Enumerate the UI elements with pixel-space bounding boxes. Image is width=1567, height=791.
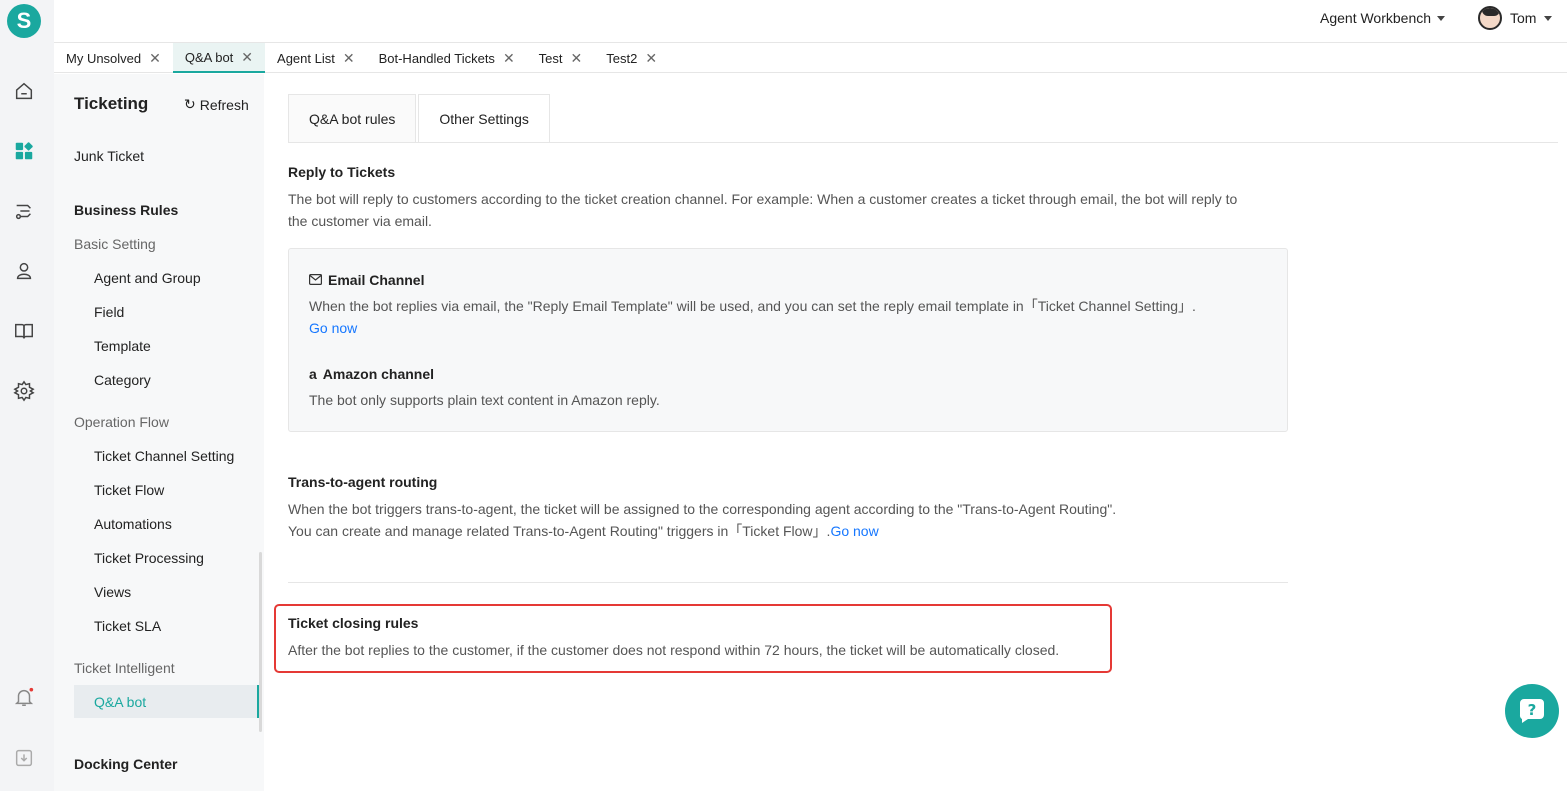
svg-text:?: ? bbox=[1528, 701, 1537, 719]
tab-label: Test bbox=[538, 50, 563, 66]
closing-section-title: Ticket closing rules bbox=[288, 615, 419, 631]
email-channel-heading: Email Channel bbox=[309, 272, 424, 288]
tab-my-unsolved[interactable]: My Unsolved ✕ bbox=[54, 43, 173, 73]
closing-desc: After the bot replies to the customer, i… bbox=[288, 642, 1060, 658]
routing-icon[interactable] bbox=[12, 199, 36, 223]
bell-icon[interactable] bbox=[12, 685, 36, 709]
routing-desc-line1: When the bot triggers trans-to-agent, th… bbox=[288, 501, 1117, 517]
tab-bot-handled-tickets[interactable]: Bot-Handled Tickets ✕ bbox=[367, 43, 527, 73]
tab-qa-bot[interactable]: Q&A bot ✕ bbox=[172, 43, 266, 73]
tab-label: Bot-Handled Tickets bbox=[378, 50, 495, 66]
sidebar-section-docking-center: Docking Center bbox=[74, 756, 178, 772]
amazon-channel-desc: The bot only supports plain text content… bbox=[309, 392, 660, 408]
content-tabs: Q&A bot rules Other Settings bbox=[288, 94, 552, 143]
tabs-divider bbox=[288, 142, 1558, 143]
routing-go-now-link[interactable]: Go now bbox=[830, 523, 878, 539]
channel-panel: Email Channel When the bot replies via e… bbox=[288, 248, 1288, 432]
sidebar-section-business-rules: Business Rules bbox=[74, 202, 179, 218]
open-tabs: My Unsolved ✕ Q&A bot ✕ Agent List ✕ Bot-Ha… bbox=[54, 43, 1567, 73]
sidebar-scrollbar[interactable] bbox=[259, 552, 262, 732]
tab-label: Q&A bot bbox=[184, 49, 234, 65]
amazon-icon: a bbox=[309, 366, 317, 382]
close-icon[interactable]: ✕ bbox=[645, 50, 657, 67]
routing-desc-line2: You can create and manage related Trans-… bbox=[288, 520, 879, 542]
home-icon[interactable] bbox=[12, 79, 36, 103]
icon-rail: S bbox=[0, 0, 54, 791]
reply-section-title: Reply to Tickets bbox=[288, 164, 396, 180]
workbench-dropdown[interactable]: Agent Workbench bbox=[1320, 10, 1446, 26]
close-icon[interactable]: ✕ bbox=[343, 50, 355, 67]
ticketing-sidebar: Ticketing ↻ Refresh Junk Ticket Business… bbox=[54, 74, 264, 791]
tab-label: Test2 bbox=[606, 50, 638, 66]
tab-other-settings[interactable]: Other Settings bbox=[418, 94, 550, 143]
gear-icon[interactable] bbox=[12, 379, 36, 403]
section-divider bbox=[288, 582, 1288, 583]
sidebar-item-ticket-sla[interactable]: Ticket SLA bbox=[94, 618, 161, 634]
sidebar-group-ticket-intelligent: Ticket Intelligent bbox=[74, 660, 175, 676]
user-menu[interactable]: Tom bbox=[1478, 6, 1553, 30]
email-go-now-link[interactable]: Go now bbox=[309, 317, 357, 339]
book-icon[interactable] bbox=[12, 319, 36, 343]
sidebar-item-junk-ticket[interactable]: Junk Ticket bbox=[74, 148, 144, 164]
reply-desc-line1: The bot will reply to customers accordin… bbox=[288, 191, 1238, 207]
refresh-icon: ↻ bbox=[184, 96, 196, 112]
reply-desc-line2: the customer via email. bbox=[288, 213, 432, 229]
help-chat-button[interactable]: ? bbox=[1505, 684, 1559, 738]
chevron-down-icon bbox=[1437, 15, 1446, 21]
sidebar-group-basic-setting: Basic Setting bbox=[74, 236, 156, 252]
email-channel-desc: When the bot replies via email, the "Rep… bbox=[309, 298, 1196, 314]
chevron-down-icon bbox=[1544, 15, 1553, 21]
mail-icon bbox=[309, 272, 323, 288]
sidebar-item-automations[interactable]: Automations bbox=[94, 516, 172, 532]
sidebar-item-ticket-channel-setting[interactable]: Ticket Channel Setting bbox=[94, 448, 234, 464]
refresh-button[interactable]: ↻ Refresh bbox=[184, 96, 249, 113]
close-icon[interactable]: ✕ bbox=[149, 50, 161, 67]
apps-icon[interactable] bbox=[12, 139, 36, 163]
amazon-channel-title: Amazon channel bbox=[322, 366, 435, 382]
tab-label: My Unsolved bbox=[66, 50, 142, 66]
routing-section-title: Trans-to-agent routing bbox=[288, 474, 438, 490]
sidebar-item-ticket-flow[interactable]: Ticket Flow bbox=[94, 482, 164, 498]
sidebar-title: Ticketing bbox=[74, 94, 149, 113]
email-channel-title: Email Channel bbox=[328, 272, 425, 288]
sidebar-item-template[interactable]: Template bbox=[94, 338, 151, 354]
sidebar-item-views[interactable]: Views bbox=[94, 584, 131, 600]
tab-agent-list[interactable]: Agent List ✕ bbox=[265, 43, 367, 73]
avatar bbox=[1478, 6, 1502, 30]
close-icon[interactable]: ✕ bbox=[571, 50, 583, 67]
routing-desc-text: You can create and manage related Trans-… bbox=[288, 523, 831, 539]
tab-label: Agent List bbox=[277, 50, 335, 66]
top-bar: Agent Workbench Tom bbox=[54, 0, 1567, 43]
tab-test2[interactable]: Test2 ✕ bbox=[594, 43, 669, 73]
sidebar-item-field[interactable]: Field bbox=[94, 304, 124, 320]
tab-test[interactable]: Test ✕ bbox=[527, 43, 595, 73]
amazon-channel-heading: a Amazon channel bbox=[309, 366, 434, 382]
sidebar-item-category[interactable]: Category bbox=[94, 372, 151, 388]
close-icon[interactable]: ✕ bbox=[241, 49, 253, 66]
download-icon[interactable] bbox=[12, 746, 36, 770]
tab-qa-bot-rules[interactable]: Q&A bot rules bbox=[288, 94, 417, 143]
close-icon[interactable]: ✕ bbox=[503, 50, 515, 67]
refresh-label: Refresh bbox=[199, 96, 249, 113]
sidebar-item-qa-bot[interactable]: Q&A bot bbox=[94, 694, 146, 710]
sidebar-item-ticket-processing[interactable]: Ticket Processing bbox=[94, 550, 204, 566]
sidebar-group-operation-flow: Operation Flow bbox=[74, 414, 169, 430]
sidebar-item-agent-and-group[interactable]: Agent and Group bbox=[94, 270, 201, 286]
question-chat-icon: ? bbox=[1519, 699, 1544, 723]
user-name: Tom bbox=[1510, 10, 1537, 26]
contacts-icon[interactable] bbox=[12, 259, 36, 283]
workbench-label: Agent Workbench bbox=[1320, 10, 1432, 26]
app-logo[interactable]: S bbox=[7, 4, 41, 38]
main-content: Q&A bot rules Other Settings Reply to Ti… bbox=[264, 74, 1567, 791]
